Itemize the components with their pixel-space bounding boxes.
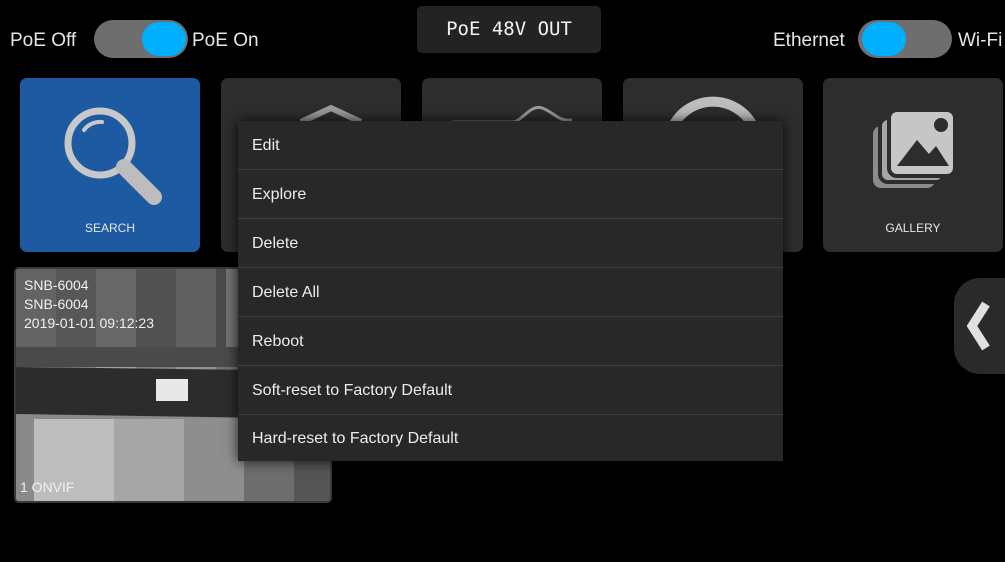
- wifi-label: Wi-Fi: [958, 30, 1003, 51]
- network-toggle-knob: [862, 22, 906, 56]
- camera-name: SNB-6004: [24, 296, 89, 312]
- poe-status: PoE 48V OUT: [417, 6, 601, 53]
- menu-item-reboot[interactable]: Reboot: [238, 317, 783, 366]
- menu-item-hard-reset[interactable]: Hard-reset to Factory Default: [238, 415, 783, 460]
- top-bar: PoE Off PoE On PoE 48V OUT Ethernet Wi-F…: [6, 0, 1005, 80]
- menu-item-edit[interactable]: Edit: [238, 121, 783, 170]
- network-toggle[interactable]: [858, 20, 952, 58]
- menu-item-delete[interactable]: Delete: [238, 219, 783, 268]
- context-menu: Edit Explore Delete Delete All Reboot So…: [238, 121, 783, 461]
- menu-item-explore[interactable]: Explore: [238, 170, 783, 219]
- menu-item-soft-reset[interactable]: Soft-reset to Factory Default: [238, 366, 783, 415]
- poe-off-label: PoE Off: [10, 30, 77, 51]
- camera-protocol: 1 ONVIF: [20, 479, 75, 495]
- search-tile[interactable]: SEARCH: [20, 78, 200, 252]
- search-tile-label: SEARCH: [84, 221, 135, 235]
- gallery-tile-label: GALLERY: [885, 221, 941, 235]
- ethernet-label: Ethernet: [773, 30, 845, 51]
- drawer-handle[interactable]: [954, 278, 1005, 374]
- poe-toggle[interactable]: [94, 20, 188, 58]
- chevron-left-icon: [966, 301, 990, 351]
- camera-model: SNB-6004: [24, 277, 89, 293]
- camera-timestamp: 2019-01-01 09:12:23: [24, 315, 154, 331]
- menu-item-delete-all[interactable]: Delete All: [238, 268, 783, 317]
- poe-toggle-knob: [142, 22, 186, 56]
- poe-on-label: PoE On: [192, 30, 259, 51]
- magnifier-icon: [64, 107, 162, 205]
- gallery-icon: [873, 108, 957, 188]
- gallery-tile[interactable]: GALLERY: [823, 78, 1003, 252]
- app-screen: PoE Off PoE On PoE 48V OUT Ethernet Wi-F…: [6, 0, 1005, 562]
